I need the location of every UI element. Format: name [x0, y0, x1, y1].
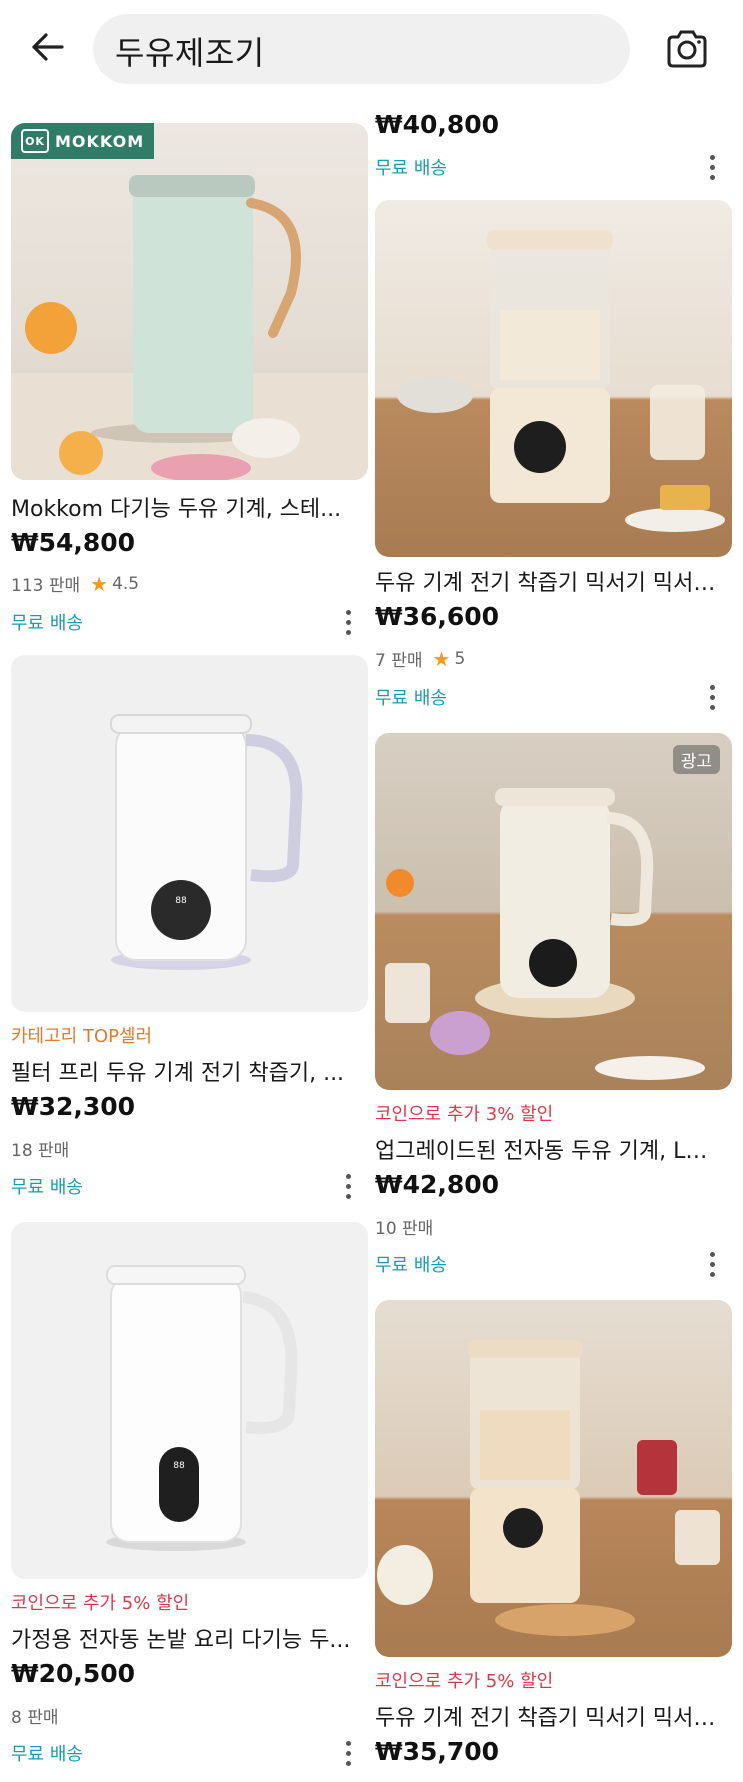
- soymilk-maker-image: 88: [110, 714, 303, 970]
- free-shipping-label: 무료 배송: [11, 1744, 83, 1765]
- promo-label: 코인으로 추가 3% 할인: [375, 1104, 554, 1125]
- brand-badge: OK MOKKOM: [11, 123, 155, 159]
- product-title[interactable]: 두유 기계 전기 착즙기 믹서기 믹서,...: [375, 565, 720, 597]
- sold-count: 8 판매: [11, 1708, 59, 1728]
- free-shipping-label: 무료 배송: [375, 688, 447, 709]
- svg-text:88: 88: [173, 1461, 185, 1471]
- sales-rating: 18 판매: [11, 1136, 69, 1161]
- free-shipping-label: 무료 배송: [11, 1177, 83, 1198]
- more-options-icon[interactable]: [338, 607, 358, 637]
- product-price: ₩35,700: [375, 1737, 500, 1766]
- sales-rating: 10 판매: [375, 1214, 433, 1239]
- arrow-left-icon: [32, 33, 64, 61]
- sold-count: 113 판매: [11, 576, 81, 596]
- product-title[interactable]: 필터 프리 두유 기계 전기 착즙기, ...: [11, 1055, 356, 1087]
- camera-icon: [667, 30, 707, 68]
- sales-rating: 113 판매 ★ 4.5: [11, 571, 140, 597]
- brand-name: MOKKOM: [55, 131, 145, 151]
- free-shipping-label: 무료 배송: [375, 158, 447, 179]
- sales-rating: 8 판매: [11, 1703, 59, 1728]
- promo-label: 코인으로 추가 5% 할인: [375, 1671, 554, 1692]
- star-icon: ★: [90, 571, 109, 596]
- sold-count: 18 판매: [11, 1141, 70, 1161]
- free-shipping-label: 무료 배송: [375, 1255, 447, 1276]
- rating-value: 5: [454, 648, 466, 669]
- product-image[interactable]: [375, 1300, 732, 1657]
- product-price: ₩40,800: [375, 110, 500, 139]
- product-image[interactable]: 88: [11, 1222, 368, 1579]
- soymilk-maker-image: [385, 788, 705, 1080]
- product-image[interactable]: OK MOKKOM: [11, 123, 368, 480]
- product-price: ₩54,800: [11, 528, 136, 557]
- product-price: ₩32,300: [11, 1092, 136, 1121]
- camera-search-button[interactable]: [660, 22, 714, 76]
- promo-label: 코인으로 추가 5% 할인: [11, 1593, 190, 1614]
- product-title[interactable]: 업그레이드된 전자동 두유 기계, LC...: [375, 1133, 720, 1165]
- ad-badge: 광고: [672, 745, 720, 774]
- promo-label: 카테고리 TOP셀러: [11, 1026, 153, 1047]
- more-options-icon[interactable]: [702, 1249, 722, 1279]
- svg-text:88: 88: [175, 896, 187, 906]
- rating-value: 4.5: [112, 573, 140, 594]
- star-icon: ★: [432, 646, 451, 671]
- free-shipping-label: 무료 배송: [11, 613, 83, 634]
- more-options-icon[interactable]: [338, 1738, 358, 1768]
- back-button[interactable]: [22, 22, 72, 72]
- brand-logo-mark: OK: [21, 129, 49, 153]
- top-bar: 두유제조기: [0, 0, 743, 100]
- product-title[interactable]: 가정용 전자동 논밭 요리 다기능 두...: [11, 1622, 356, 1654]
- soymilk-maker-image: [397, 230, 725, 532]
- more-options-icon[interactable]: [702, 152, 722, 182]
- product-title[interactable]: 두유 기계 전기 착즙기 믹서기 믹서,...: [375, 1700, 720, 1732]
- product-price: ₩42,800: [375, 1170, 500, 1199]
- search-input[interactable]: 두유제조기: [93, 14, 630, 84]
- product-title[interactable]: Mokkom 다기능 두유 기계, 스테...: [11, 491, 356, 523]
- product-image[interactable]: 광고: [375, 733, 732, 1090]
- product-image[interactable]: [375, 200, 732, 557]
- search-query: 두유제조기: [115, 34, 265, 72]
- sold-count: 7 판매: [375, 651, 423, 671]
- soymilk-maker-image: [11, 175, 368, 480]
- product-price: ₩36,600: [375, 602, 500, 631]
- more-options-icon[interactable]: [702, 682, 722, 712]
- product-image[interactable]: 88: [11, 655, 368, 1012]
- sold-count: 10 판매: [375, 1219, 434, 1239]
- sales-rating: 7 판매 ★ 5: [375, 646, 466, 672]
- soymilk-maker-image: [377, 1340, 720, 1636]
- soymilk-maker-image: 88: [106, 1265, 298, 1551]
- product-price: ₩20,500: [11, 1659, 136, 1688]
- more-options-icon[interactable]: [338, 1171, 358, 1201]
